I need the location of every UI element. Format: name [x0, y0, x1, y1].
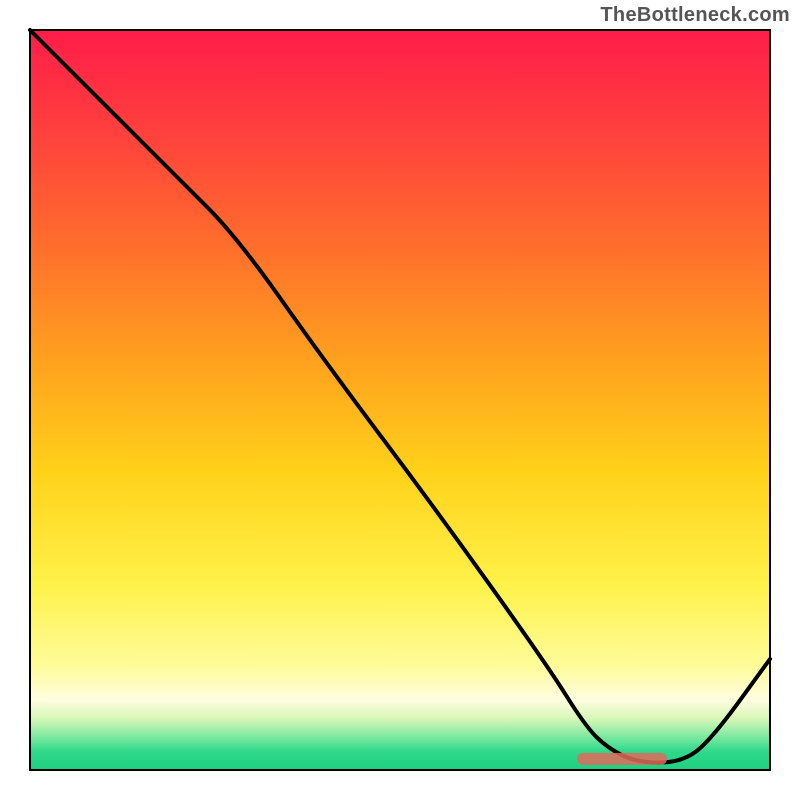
chart-container: TheBottleneck.com: [0, 0, 800, 800]
optimal-range-marker: [577, 753, 667, 765]
bottleneck-chart: [0, 0, 800, 800]
